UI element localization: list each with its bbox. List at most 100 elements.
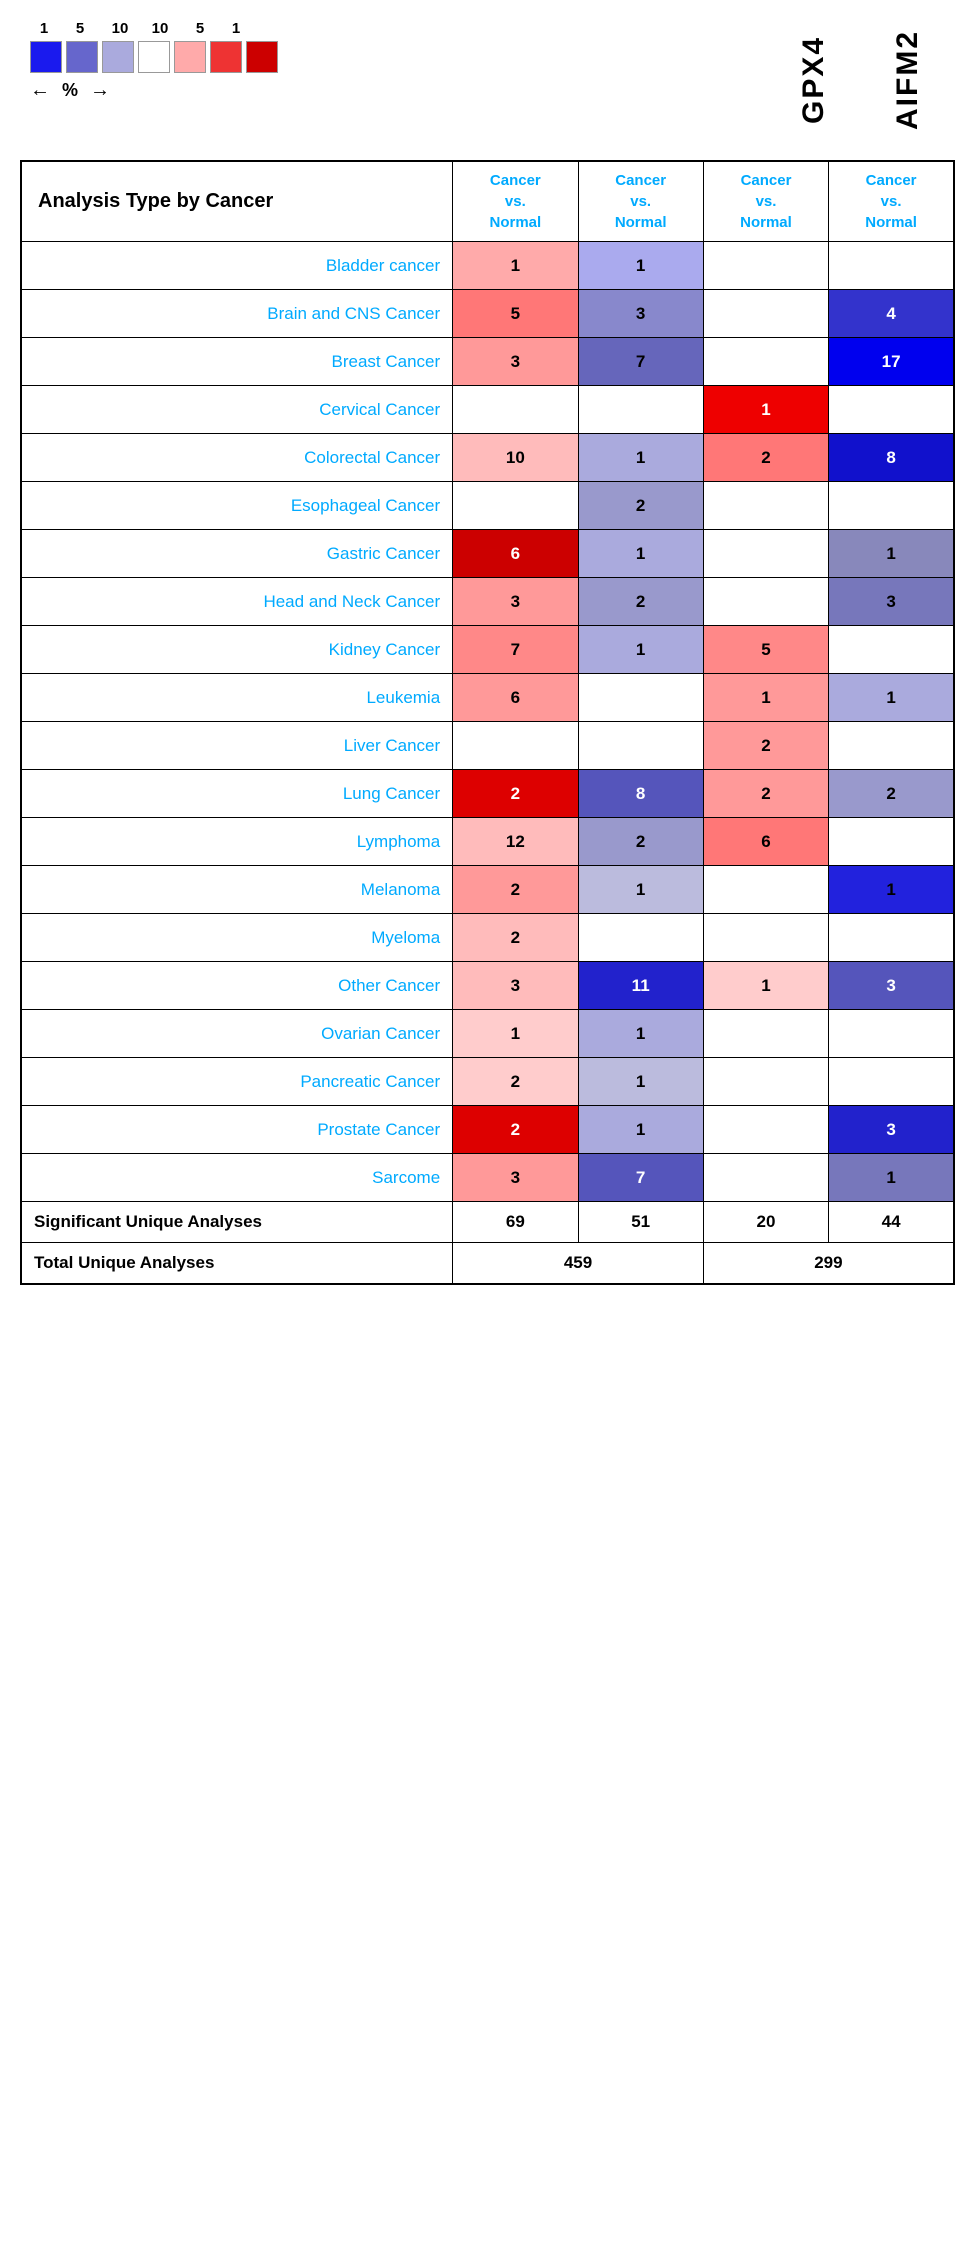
data-cell: 1 xyxy=(703,674,828,722)
cancer-name: Cervical Cancer xyxy=(21,386,453,434)
data-cell: 3 xyxy=(453,1154,578,1202)
cancer-row: Esophageal Cancer2 xyxy=(21,482,954,530)
data-cell: 2 xyxy=(453,1106,578,1154)
data-cell: 7 xyxy=(578,338,703,386)
data-cell xyxy=(703,1106,828,1154)
cancer-name: Bladder cancer xyxy=(21,242,453,290)
data-cell: 1 xyxy=(829,674,954,722)
data-cell: 1 xyxy=(829,866,954,914)
legend-label-5-right: 5 xyxy=(182,20,218,37)
data-cell: 1 xyxy=(453,242,578,290)
aifm2-col1-header: Cancervs.Normal xyxy=(703,161,828,242)
data-cell: 6 xyxy=(703,818,828,866)
data-cell xyxy=(453,386,578,434)
header-row: Analysis Type by Cancer Cancervs.Normal … xyxy=(21,161,954,242)
cancer-name: Kidney Cancer xyxy=(21,626,453,674)
total-row: Total Unique Analyses 459 299 xyxy=(21,1243,954,1285)
total-gpx4: 459 xyxy=(453,1243,704,1285)
pct-label: % xyxy=(62,80,78,101)
main-table: Analysis Type by Cancer Cancervs.Normal … xyxy=(20,160,955,1285)
legend-label-10-right: 10 xyxy=(142,20,178,37)
data-cell xyxy=(829,482,954,530)
data-cell: 7 xyxy=(578,1154,703,1202)
sig-gpx4-col2: 51 xyxy=(578,1202,703,1243)
data-cell: 1 xyxy=(578,866,703,914)
cancer-row: Head and Neck Cancer323 xyxy=(21,578,954,626)
cancer-row: Bladder cancer11 xyxy=(21,242,954,290)
cancer-row: Kidney Cancer715 xyxy=(21,626,954,674)
data-cell xyxy=(829,1010,954,1058)
legend-label-5-left: 5 xyxy=(62,20,98,37)
data-cell xyxy=(829,626,954,674)
data-cell: 2 xyxy=(578,818,703,866)
cancer-name: Ovarian Cancer xyxy=(21,1010,453,1058)
data-cell: 1 xyxy=(578,530,703,578)
data-cell xyxy=(829,386,954,434)
cancer-name: Breast Cancer xyxy=(21,338,453,386)
cancer-row: Cervical Cancer 1 xyxy=(21,386,954,434)
cancer-name: Leukemia xyxy=(21,674,453,722)
cancer-row: Ovarian Cancer11 xyxy=(21,1010,954,1058)
data-cell: 2 xyxy=(453,914,578,962)
cancer-row: Gastric Cancer611 xyxy=(21,530,954,578)
data-cell: 2 xyxy=(453,866,578,914)
data-cell xyxy=(703,578,828,626)
data-cell xyxy=(703,530,828,578)
data-cell: 1 xyxy=(703,386,828,434)
data-cell: 10 xyxy=(453,434,578,482)
data-cell: 1 xyxy=(829,1154,954,1202)
cancer-name: Brain and CNS Cancer xyxy=(21,290,453,338)
cancer-row: Other Cancer31113 xyxy=(21,962,954,1010)
cancer-name: Prostate Cancer xyxy=(21,1106,453,1154)
cancer-name: Lung Cancer xyxy=(21,770,453,818)
data-cell xyxy=(703,914,828,962)
data-cell xyxy=(703,1058,828,1106)
cancer-name: Lymphoma xyxy=(21,818,453,866)
data-cell: 7 xyxy=(453,626,578,674)
cancer-name: Gastric Cancer xyxy=(21,530,453,578)
data-cell: 8 xyxy=(578,770,703,818)
data-cell: 3 xyxy=(453,578,578,626)
data-cell xyxy=(453,722,578,770)
data-cell xyxy=(829,242,954,290)
data-cell: 5 xyxy=(703,626,828,674)
data-cell: 1 xyxy=(829,530,954,578)
data-cell: 1 xyxy=(578,1010,703,1058)
cancer-row: Sarcome37 1 xyxy=(21,1154,954,1202)
data-cell: 1 xyxy=(578,1058,703,1106)
swatch-white xyxy=(138,41,170,73)
significant-label: Significant Unique Analyses xyxy=(21,1202,453,1243)
cancer-row: Breast Cancer3717 xyxy=(21,338,954,386)
cancer-name: Liver Cancer xyxy=(21,722,453,770)
sig-gpx4-col1: 69 xyxy=(453,1202,578,1243)
cancer-name: Other Cancer xyxy=(21,962,453,1010)
data-cell xyxy=(703,482,828,530)
cancer-row: Pancreatic Cancer21 xyxy=(21,1058,954,1106)
gene-labels: GPX4 AIFM2 xyxy=(797,20,955,140)
cancer-row: Leukemia611 xyxy=(21,674,954,722)
data-cell xyxy=(703,338,828,386)
data-cell: 1 xyxy=(578,242,703,290)
data-cell: 4 xyxy=(829,290,954,338)
cancer-name: Sarcome xyxy=(21,1154,453,1202)
swatch-med-blue xyxy=(66,41,98,73)
data-cell xyxy=(703,1154,828,1202)
data-cell: 2 xyxy=(703,722,828,770)
data-cell xyxy=(578,914,703,962)
data-cell: 12 xyxy=(453,818,578,866)
legend-labels-row: 1 5 10 10 5 1 xyxy=(30,20,278,37)
data-cell: 3 xyxy=(453,338,578,386)
data-cell: 2 xyxy=(578,578,703,626)
data-cell xyxy=(703,1010,828,1058)
cancer-row: Lymphoma1226 xyxy=(21,818,954,866)
data-cell xyxy=(703,290,828,338)
swatch-light-red xyxy=(174,41,206,73)
data-cell xyxy=(453,482,578,530)
cancer-name: Colorectal Cancer xyxy=(21,434,453,482)
cancer-name: Head and Neck Cancer xyxy=(21,578,453,626)
data-cell: 1 xyxy=(453,1010,578,1058)
data-cell: 5 xyxy=(453,290,578,338)
data-cell xyxy=(829,818,954,866)
legend-label-10-left: 10 xyxy=(102,20,138,37)
data-cell xyxy=(703,242,828,290)
